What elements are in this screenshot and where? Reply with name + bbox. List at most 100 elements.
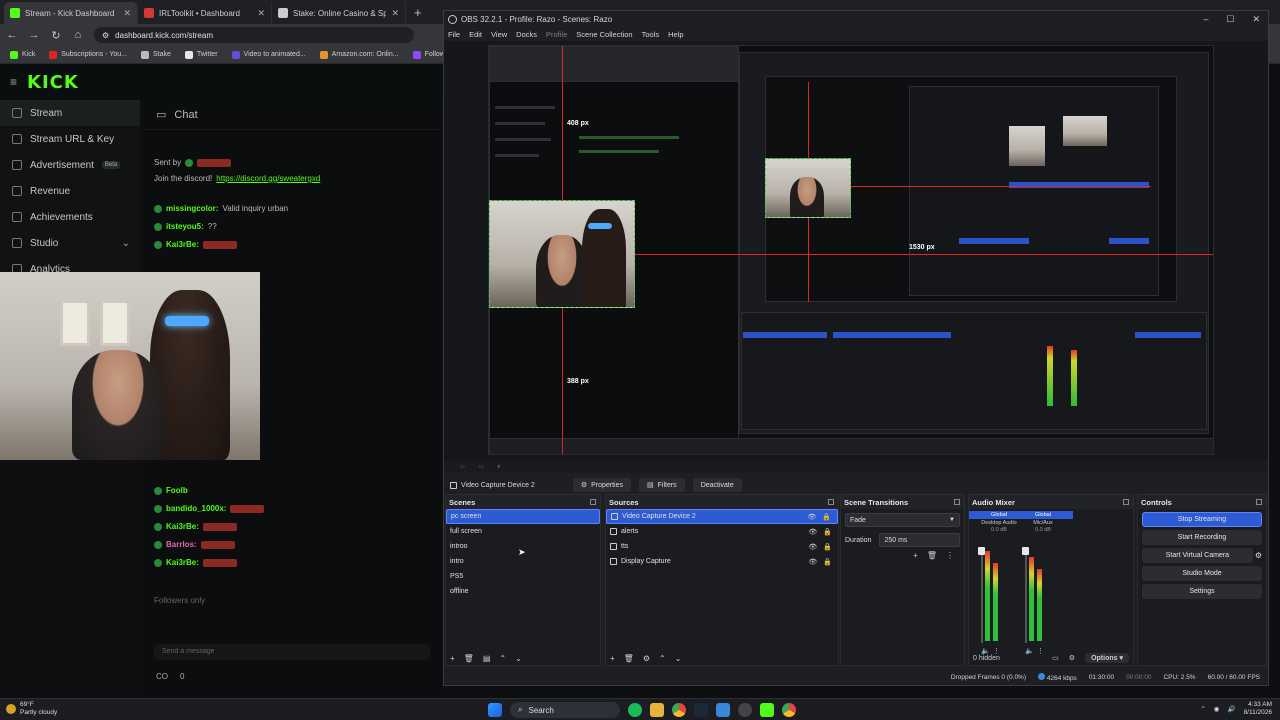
remove-source-icon[interactable]: 🗑 — [624, 654, 634, 663]
taskbar-search[interactable]: ⌕ Search — [510, 702, 620, 718]
undock-icon[interactable] — [1123, 499, 1129, 505]
close-tab-icon[interactable]: ✕ — [391, 8, 399, 19]
new-tab-button[interactable]: + — [406, 5, 430, 24]
sidebar-item-studio[interactable]: Studio ⌄ — [0, 230, 140, 256]
photos-icon[interactable] — [716, 703, 730, 717]
source-item[interactable]: Video Capture Device 2 👁 🔒 — [606, 509, 838, 524]
move-up-icon[interactable]: ⌃ — [659, 654, 666, 663]
program-preview[interactable]: 408 px 388 px 1530 px — [488, 45, 1214, 455]
lock-icon[interactable]: 🔒 — [823, 558, 832, 566]
sidebar-item-revenue[interactable]: Revenue — [0, 178, 140, 204]
gear-icon[interactable]: ⚙ — [1255, 551, 1262, 560]
obs-icon[interactable] — [738, 703, 752, 717]
start-recording-button[interactable]: Start Recording — [1142, 530, 1262, 545]
windows-start-icon[interactable] — [488, 703, 502, 717]
move-down-icon[interactable]: ⌄ — [515, 654, 522, 663]
volume-fader-knob[interactable] — [1022, 547, 1029, 555]
tab-stake[interactable]: Stake: Online Casino & Sports ✕ — [272, 2, 406, 24]
home-icon[interactable]: ⌂ — [72, 29, 84, 41]
move-down-icon[interactable]: ⌄ — [675, 654, 682, 663]
remove-scene-icon[interactable]: 🗑 — [464, 654, 474, 663]
start-virtual-camera-button[interactable]: Start Virtual Camera — [1142, 548, 1253, 563]
source-item[interactable]: alerts 👁 🔒 — [606, 524, 838, 539]
add-transition-icon[interactable]: + — [913, 551, 918, 560]
studio-mode-button[interactable]: Studio Mode — [1142, 566, 1262, 581]
tab-kick-dashboard[interactable]: Stream - Kick Dashboard ✕ — [4, 2, 138, 24]
sidebar-item-stream-url-key[interactable]: Stream URL & Key — [0, 126, 140, 152]
file-explorer-icon[interactable] — [650, 703, 664, 717]
undock-icon[interactable] — [828, 499, 834, 505]
properties-button[interactable]: ⚙ Properties — [572, 478, 631, 492]
undock-icon[interactable] — [954, 499, 960, 505]
duration-input[interactable]: 250 ms — [879, 533, 960, 547]
volume-icon[interactable]: 🔊 — [1227, 705, 1235, 713]
visibility-eye-icon[interactable]: 👁 — [807, 513, 816, 521]
weather-widget[interactable]: 69°F Partly cloudy — [6, 701, 57, 717]
visibility-eye-icon[interactable]: 👁 — [808, 528, 817, 536]
back-icon[interactable]: ← — [6, 29, 18, 41]
mixer-settings-icon[interactable]: ⚙ — [1069, 654, 1075, 662]
menu-scene-collection[interactable]: Scene Collection — [576, 30, 632, 39]
close-icon[interactable]: ✕ — [1252, 14, 1260, 25]
bookmark-kick[interactable]: Kick — [10, 50, 35, 59]
menu-tools[interactable]: Tools — [642, 30, 660, 39]
menu-view[interactable]: View — [491, 30, 507, 39]
kick-logo[interactable]: KICK — [27, 72, 79, 93]
tray-overflow-icon[interactable]: ⌃ — [1200, 705, 1205, 713]
close-tab-icon[interactable]: ✕ — [257, 8, 265, 19]
menu-file[interactable]: File — [448, 30, 460, 39]
scene-item[interactable]: full screen — [446, 524, 600, 539]
network-icon[interactable]: ◉ — [1214, 705, 1220, 713]
undock-icon[interactable] — [1256, 499, 1262, 505]
clock[interactable]: 4:33 AM 8/11/2026 — [1244, 701, 1272, 717]
remove-transition-icon[interactable]: 🗑 — [927, 551, 937, 560]
bookmark-video-to-animated[interactable]: Video to animated... — [231, 50, 306, 59]
visibility-eye-icon[interactable]: 👁 — [808, 543, 817, 551]
source-item[interactable]: Display Capture 👁 🔒 — [606, 554, 838, 569]
scene-item[interactable]: PS5 — [446, 569, 600, 584]
close-tab-icon[interactable]: ✕ — [123, 8, 131, 19]
menu-help[interactable]: Help — [668, 30, 683, 39]
channel-name[interactable]: Mic/Aux — [1013, 520, 1073, 526]
discord-link[interactable]: https://discord.gg/sweatergxd — [216, 174, 320, 183]
sidebar-item-advertisement[interactable]: Advertisement Beta — [0, 152, 140, 178]
scene-filters-icon[interactable]: ▤ — [483, 654, 491, 663]
lock-icon[interactable]: 🔒 — [823, 543, 832, 551]
deactivate-button[interactable]: Deactivate — [692, 478, 742, 492]
add-source-icon[interactable]: + — [610, 654, 615, 663]
url-input[interactable]: ⚙ dashboard.kick.com/stream — [94, 27, 414, 43]
settings-button[interactable]: Settings — [1142, 584, 1262, 599]
mixer-layout-icon[interactable]: ▭ — [1052, 654, 1059, 662]
volume-fader-knob[interactable] — [978, 547, 985, 555]
sidebar-item-stream[interactable]: Stream — [0, 100, 140, 126]
scene-item[interactable]: offline — [446, 584, 600, 599]
bookmark-amazon[interactable]: Amazon.com: Onlin... — [319, 50, 399, 59]
minimize-icon[interactable]: – — [1203, 14, 1208, 25]
maximize-icon[interactable]: ☐ — [1226, 14, 1234, 25]
sidebar-item-achievements[interactable]: Achievements — [0, 204, 140, 230]
options-button[interactable]: Options ▾ — [1085, 653, 1129, 663]
move-up-icon[interactable]: ⌃ — [499, 654, 506, 663]
visibility-eye-icon[interactable]: 👁 — [808, 558, 817, 566]
spotify-icon[interactable] — [628, 703, 642, 717]
site-info-icon[interactable]: ⚙ — [102, 31, 109, 40]
chrome-profile-icon[interactable] — [782, 703, 796, 717]
menu-edit[interactable]: Edit — [469, 30, 482, 39]
bookmark-stake[interactable]: Stake — [141, 50, 171, 59]
menu-profile[interactable]: Profile — [546, 30, 567, 39]
kick-app-icon[interactable] — [760, 703, 774, 717]
preview-dropdown-icon[interactable]: ▾ — [497, 464, 500, 470]
reload-icon[interactable]: ↻ — [50, 29, 62, 42]
more-options-icon[interactable]: ⋮ — [946, 551, 954, 560]
menu-docks[interactable]: Docks — [516, 30, 537, 39]
bookmark-subscriptions[interactable]: Subscriptions - You... — [49, 50, 127, 59]
add-scene-icon[interactable]: + — [450, 654, 455, 663]
chat-message-input[interactable]: Send a message — [154, 644, 430, 660]
lock-icon[interactable]: 🔒 — [822, 513, 831, 521]
tab-irltoolkit[interactable]: IRLToolkit • Dashboard ✕ — [138, 2, 272, 24]
source-item[interactable]: tts 👁 🔒 — [606, 539, 838, 554]
transition-select[interactable]: Fade ▼ — [845, 513, 960, 527]
forward-icon[interactable]: → — [28, 29, 40, 41]
stop-streaming-button[interactable]: Stop Streaming — [1142, 512, 1262, 527]
points-label[interactable]: CO — [156, 672, 168, 681]
